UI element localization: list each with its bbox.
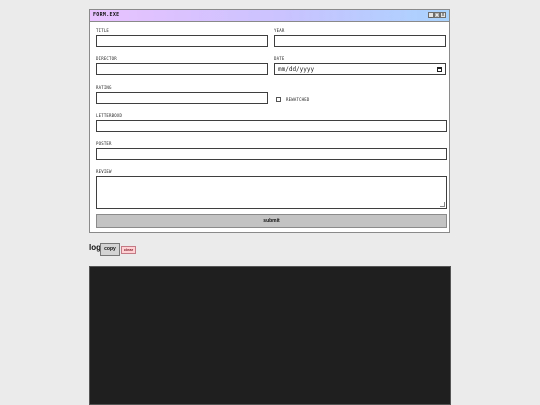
window-title: FORM.EXE [93, 12, 120, 18]
letterboxd-input[interactable] [96, 120, 447, 132]
director-input[interactable] [96, 63, 268, 75]
letterboxd-label: LETTERBOXD [96, 113, 123, 118]
review-label: REVIEW [96, 169, 112, 174]
director-label: DIRECTOR [96, 56, 117, 61]
date-input[interactable]: mm/dd/yyyy [274, 63, 446, 75]
poster-label: POSTER [96, 141, 112, 146]
submit-button[interactable]: submit [96, 214, 447, 228]
title-label: TITLE [96, 28, 110, 33]
close-button[interactable]: x [440, 12, 446, 18]
rewatched-label: REWATCHED [286, 97, 310, 102]
title-bar[interactable]: FORM.EXE _ □ x [90, 10, 449, 22]
log-console[interactable] [89, 266, 451, 405]
copy-button[interactable]: copy [100, 243, 120, 256]
clear-button[interactable]: clear [121, 246, 136, 254]
title-input[interactable] [96, 35, 268, 47]
rating-label: RATING [96, 85, 112, 90]
resize-handle-icon[interactable] [440, 202, 445, 207]
date-placeholder: mm/dd/yyyy [278, 66, 315, 73]
poster-input[interactable] [96, 148, 447, 160]
year-label: YEAR [274, 28, 285, 33]
rating-input[interactable] [96, 92, 268, 104]
review-textarea[interactable] [96, 176, 447, 209]
rewatched-checkbox[interactable] [276, 97, 281, 102]
window-controls: _ □ x [428, 12, 446, 18]
calendar-icon[interactable] [437, 67, 442, 72]
form-window: FORM.EXE _ □ x TITLE YEAR DIRECTOR DATE … [89, 9, 450, 233]
date-label: DATE [274, 56, 285, 61]
year-input[interactable] [274, 35, 446, 47]
